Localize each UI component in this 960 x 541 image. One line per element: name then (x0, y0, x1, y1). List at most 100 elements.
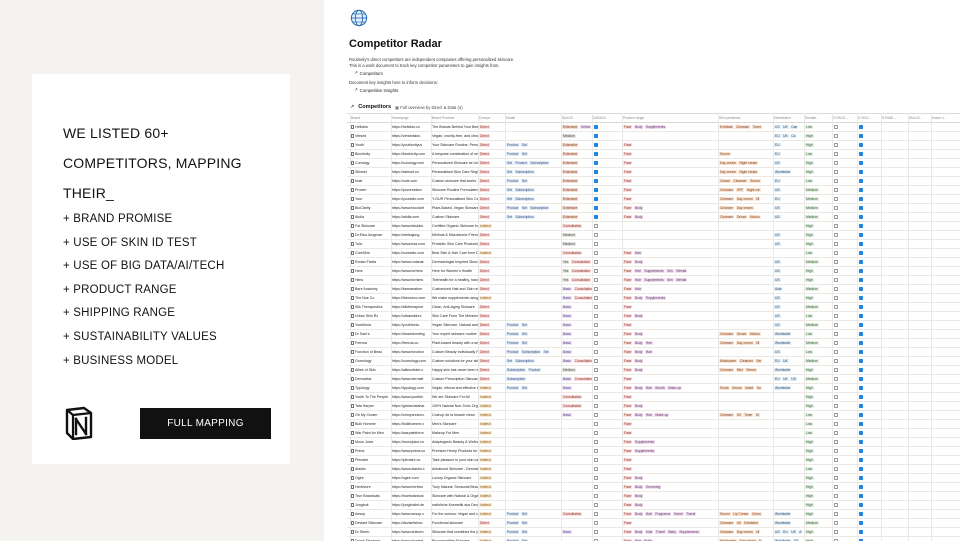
skin-problems-cell[interactable] (719, 474, 773, 482)
skin-problems-cell[interactable]: Day cream Night cream (719, 159, 773, 167)
checkbox-checked[interactable] (594, 214, 599, 219)
checkbox-checked[interactable] (594, 160, 599, 165)
checkbox-unchecked[interactable] (834, 124, 839, 129)
distribution-cell[interactable] (774, 501, 804, 509)
sustainability-cell[interactable]: Low (805, 177, 832, 185)
skin-problems-cell[interactable] (719, 276, 773, 284)
distribution-cell[interactable]: Worldwide (774, 519, 804, 527)
brand-cell[interactable]: Hellobio (351, 123, 391, 131)
skin-problems-cell[interactable] (719, 402, 773, 410)
checkbox-unchecked[interactable] (594, 385, 599, 390)
checkbox-unchecked[interactable] (834, 502, 839, 507)
model-cell[interactable] (506, 429, 561, 437)
distribution-cell[interactable]: EU (774, 141, 804, 149)
checkbox-unchecked[interactable] (834, 520, 839, 525)
column-header[interactable]: S.RAW… (882, 114, 908, 122)
distribution-cell[interactable]: US (774, 186, 804, 194)
checkbox-checked[interactable] (859, 484, 864, 489)
checkbox-unchecked[interactable] (594, 286, 599, 291)
table-row[interactable]: Proven https://provenskinc Skincare Routin… (347, 186, 960, 195)
skin-problems-cell[interactable] (719, 429, 773, 437)
checkbox-checked[interactable] (859, 223, 864, 228)
skin-problems-cell[interactable]: Exfoliate Cleanser Toner (719, 123, 773, 131)
table-row[interactable]: Curology https://curology.com Personalized… (347, 159, 960, 168)
competitor-type-cell[interactable]: Direct (479, 366, 505, 374)
model-cell[interactable] (506, 231, 561, 239)
checkbox-unchecked[interactable] (834, 376, 839, 381)
checkbox-checked[interactable] (594, 133, 599, 138)
sustainability-cell[interactable]: Medium (805, 258, 832, 266)
distribution-cell[interactable]: EU (774, 150, 804, 158)
homepage-link[interactable]: https://www.forhims (392, 276, 431, 284)
skin-id-cell[interactable]: Extensive (562, 159, 592, 167)
skin-id-cell[interactable] (562, 501, 592, 509)
skin-id-cell[interactable]: Extensive (562, 213, 592, 221)
homepage-link[interactable]: https://nuie.com (392, 177, 431, 185)
checkbox-unchecked[interactable] (594, 259, 599, 264)
competitor-type-cell[interactable]: Direct (479, 267, 505, 275)
distribution-cell[interactable] (774, 402, 804, 410)
product-range-cell[interactable]: Face (623, 168, 718, 176)
checkbox-checked[interactable] (859, 241, 864, 246)
skin-problems-cell[interactable] (719, 375, 773, 383)
brand-cell[interactable]: Tula (351, 240, 391, 248)
checkbox-unchecked[interactable] (594, 250, 599, 255)
checkbox-checked[interactable] (594, 196, 599, 201)
model-cell[interactable] (506, 420, 561, 428)
distribution-cell[interactable]: Worldwide (774, 339, 804, 347)
model-cell[interactable] (506, 222, 561, 230)
homepage-link[interactable]: https://hellobio.co (392, 123, 431, 131)
brand-cell[interactable]: Oh My Cream (351, 411, 391, 419)
checkbox-checked[interactable] (859, 187, 864, 192)
homepage-link[interactable]: https://youthforia. (392, 321, 431, 329)
competitor-type-cell[interactable]: Indirect (479, 402, 505, 410)
brand-cell[interactable]: Deviant Skincare (351, 519, 391, 527)
checkbox-unchecked[interactable] (834, 214, 839, 219)
competitor-type-cell[interactable]: Direct (479, 258, 505, 266)
sustainability-cell[interactable]: Medium (805, 321, 832, 329)
sustainability-cell[interactable]: High (805, 537, 832, 541)
homepage-link[interactable]: https://drsambunting (392, 330, 431, 338)
product-range-cell[interactable]: Face (623, 150, 718, 158)
checkbox-checked[interactable] (859, 232, 864, 237)
sustainability-cell[interactable]: High (805, 222, 832, 230)
checkbox-checked[interactable] (859, 295, 864, 300)
brand-cell[interactable]: Dr Sam's (351, 330, 391, 338)
checkbox-unchecked[interactable] (834, 457, 839, 462)
brand-cell[interactable]: War Paint for Men (351, 429, 391, 437)
homepage-link[interactable]: https://www.drsturm (392, 528, 431, 536)
competitor-type-cell[interactable]: Direct (479, 519, 505, 527)
competitor-type-cell[interactable]: Indirect (479, 492, 505, 500)
skin-id-cell[interactable]: Consultation (562, 393, 592, 401)
sustainability-cell[interactable]: High (805, 267, 832, 275)
distribution-cell[interactable]: Worldwide (774, 510, 804, 518)
checkbox-checked[interactable] (859, 502, 864, 507)
sustainability-cell[interactable]: High (805, 231, 832, 239)
checkbox-unchecked[interactable] (834, 160, 839, 165)
distribution-cell[interactable] (774, 249, 804, 257)
sustainability-cell[interactable]: Low (805, 420, 832, 428)
competitor-type-cell[interactable]: Direct (479, 276, 505, 284)
checkbox-checked[interactable] (859, 178, 864, 183)
competitor-type-cell[interactable]: Direct (479, 375, 505, 383)
brand-cell[interactable]: Fai Skincare (351, 222, 391, 230)
homepage-link[interactable]: https://thenueco.com (392, 294, 431, 302)
skin-id-cell[interactable]: Consultation (562, 510, 592, 518)
model-cell[interactable] (506, 411, 561, 419)
product-range-cell[interactable] (623, 240, 718, 248)
table-row[interactable]: Typology https://typology.com Vegan, ethic… (347, 384, 960, 393)
skin-problems-cell[interactable]: Cleanser Serum Moistu (719, 213, 773, 221)
skin-id-cell[interactable]: Basic (562, 339, 592, 347)
skin-id-cell[interactable]: Extensive Online (562, 123, 592, 131)
brand-cell[interactable]: Oumology (351, 357, 391, 365)
homepage-link[interactable]: https://www.tula.com (392, 240, 431, 248)
sustainability-cell[interactable]: High (805, 240, 832, 248)
table-row[interactable]: Dr Sturm https://www.drsturm Skincare that… (347, 528, 960, 537)
skin-problems-cell[interactable] (719, 222, 773, 230)
distribution-cell[interactable] (774, 465, 804, 473)
checkbox-checked[interactable] (859, 520, 864, 525)
product-range-cell[interactable]: Face (623, 195, 718, 203)
checkbox-unchecked[interactable] (594, 232, 599, 237)
sustainability-cell[interactable]: Medium (805, 213, 832, 221)
column-header[interactable]: S.PACK… (833, 114, 857, 122)
